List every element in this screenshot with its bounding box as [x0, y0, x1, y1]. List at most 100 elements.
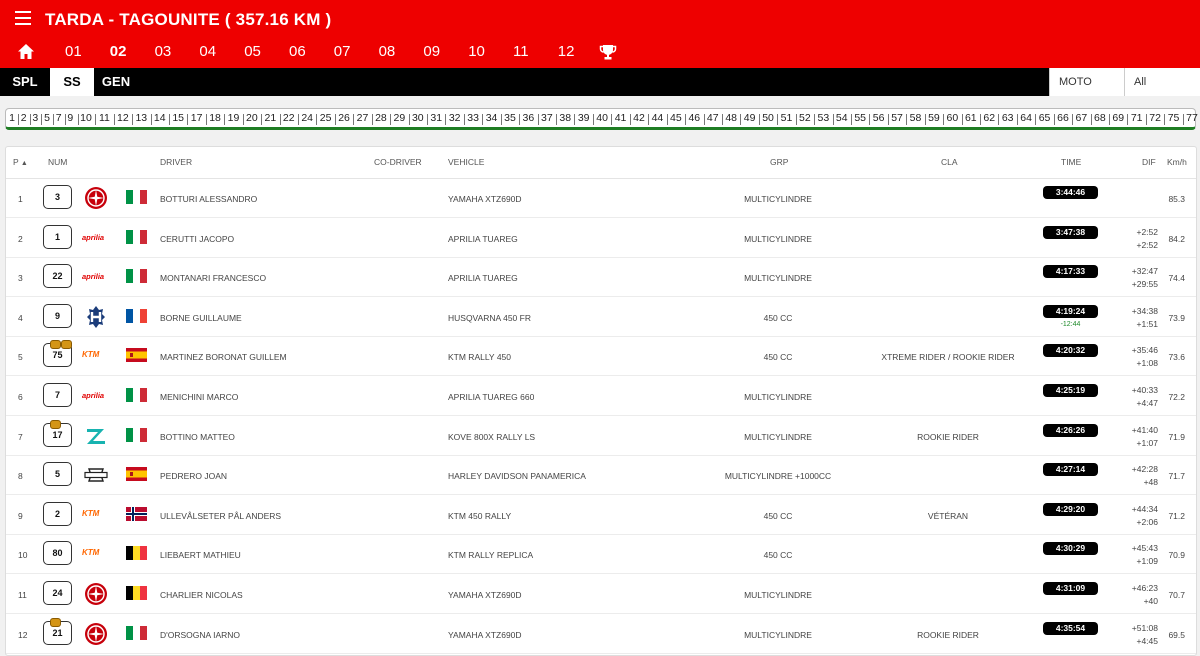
km-marker-50[interactable]: 50 [762, 112, 774, 124]
table-row[interactable]: 8 5 PEDRERO JOAN HARLEY DAVIDSON PANAMERICA… [6, 455, 1196, 496]
km-marker-24[interactable]: 24 [301, 112, 313, 124]
bib-number[interactable]: 24 [43, 581, 72, 605]
table-row[interactable]: 12 21 D'ORSOGNA IARNO YAMAHA XTZ690D MULTICY… [6, 614, 1196, 654]
menu-icon[interactable] [15, 11, 31, 25]
col-kmh[interactable]: Km/h [1167, 157, 1187, 167]
stage-tab-02[interactable]: 02 [110, 43, 127, 60]
class-select[interactable]: All [1124, 68, 1200, 96]
km-marker-58[interactable]: 58 [910, 112, 922, 124]
km-marker-69[interactable]: 69 [1112, 112, 1124, 124]
bib-number[interactable]: 80 [43, 541, 72, 566]
bib-number[interactable]: 1 [43, 224, 72, 249]
km-marker-33[interactable]: 33 [467, 112, 479, 124]
km-marker-15[interactable]: 15 [172, 112, 184, 124]
km-marker-35[interactable]: 35 [504, 112, 516, 124]
km-marker-1[interactable]: 1 [9, 112, 15, 124]
driver-name[interactable]: MENICHINI MARCO [160, 392, 238, 402]
km-marker-71[interactable]: 71 [1131, 112, 1143, 124]
bib-number[interactable]: 22 [43, 264, 72, 289]
col-dif[interactable]: DIF [1142, 157, 1156, 167]
km-marker-61[interactable]: 61 [965, 112, 977, 124]
km-marker-32[interactable]: 32 [449, 112, 461, 124]
table-row[interactable]: 6 7 aprilia MENICHINI MARCO APRILIA TUAREG 6… [6, 376, 1196, 416]
bib-number[interactable]: 9 [43, 303, 72, 328]
table-row[interactable]: 5 75 KTM MARTINEZ BORONAT GUILLEM KTM RALLY … [6, 336, 1196, 377]
km-marker-40[interactable]: 40 [596, 112, 608, 124]
col-codriver[interactable]: CO-DRIVER [374, 157, 422, 167]
km-marker-12[interactable]: 12 [117, 112, 129, 124]
km-marker-57[interactable]: 57 [891, 112, 903, 124]
km-marker-27[interactable]: 27 [357, 112, 369, 124]
km-marker-66[interactable]: 66 [1057, 112, 1069, 124]
km-marker-45[interactable]: 45 [670, 112, 682, 124]
tab-gen[interactable]: GEN [98, 68, 134, 96]
trophy-icon[interactable] [599, 43, 617, 61]
km-marker-26[interactable]: 26 [338, 112, 350, 124]
tab-ss[interactable]: SS [50, 68, 94, 96]
km-marker-30[interactable]: 30 [412, 112, 424, 124]
table-row[interactable]: 4 9 BORNE GUILLAUME HUSQVARNA 450 FR 450 CC 4… [6, 297, 1196, 337]
driver-name[interactable]: MONTANARI FRANCESCO [160, 273, 266, 283]
table-row[interactable]: 2 1 aprilia CERUTTI JACOPO APRILIA TUAREG MUL… [6, 218, 1196, 258]
col-grp[interactable]: GRP [770, 157, 788, 167]
km-marker-34[interactable]: 34 [486, 112, 498, 124]
stage-tab-12[interactable]: 12 [558, 43, 575, 60]
km-marker-20[interactable]: 20 [246, 112, 258, 124]
km-marker-14[interactable]: 14 [154, 112, 166, 124]
km-marker-63[interactable]: 63 [1002, 112, 1014, 124]
km-marker-28[interactable]: 28 [375, 112, 387, 124]
stage-tab-11[interactable]: 11 [513, 43, 529, 60]
km-marker-7[interactable]: 7 [56, 112, 62, 124]
km-marker-47[interactable]: 47 [707, 112, 719, 124]
table-row[interactable]: 7 17 BOTTINO MATTEO KOVE 800X RALLY LS MULTI… [6, 416, 1196, 456]
km-marker-31[interactable]: 31 [430, 112, 442, 124]
stage-tab-04[interactable]: 04 [199, 43, 216, 60]
table-row[interactable]: 1 3 BOTTURI ALESSANDRO YAMAHA XTZ690D MULTIC… [6, 178, 1196, 218]
km-marker-2[interactable]: 2 [21, 112, 27, 124]
driver-name[interactable]: PEDRERO JOAN [160, 471, 227, 481]
km-marker-39[interactable]: 39 [578, 112, 590, 124]
stage-tab-03[interactable]: 03 [155, 43, 172, 60]
km-marker-18[interactable]: 18 [209, 112, 221, 124]
km-marker-52[interactable]: 52 [799, 112, 811, 124]
stage-tab-08[interactable]: 08 [379, 43, 396, 60]
table-row[interactable]: 9 2 KTM ULLEVÅLSETER PÅL ANDERS KTM 450 RALL… [6, 495, 1196, 535]
driver-name[interactable]: D'ORSOGNA IARNO [160, 630, 240, 640]
stage-tab-01[interactable]: 01 [65, 43, 82, 60]
km-marker-59[interactable]: 59 [928, 112, 940, 124]
km-marker-41[interactable]: 41 [615, 112, 627, 124]
home-icon[interactable] [17, 43, 35, 61]
stage-tab-10[interactable]: 10 [468, 43, 485, 60]
km-marker-48[interactable]: 48 [725, 112, 737, 124]
stage-tab-06[interactable]: 06 [289, 43, 306, 60]
driver-name[interactable]: BOTTURI ALESSANDRO [160, 194, 257, 204]
km-marker-72[interactable]: 72 [1149, 112, 1161, 124]
km-marker-42[interactable]: 42 [633, 112, 645, 124]
col-num[interactable]: NUM [48, 157, 67, 167]
bib-number[interactable]: 5 [43, 462, 72, 487]
stage-tab-05[interactable]: 05 [244, 43, 261, 60]
km-marker-37[interactable]: 37 [541, 112, 553, 124]
km-marker-68[interactable]: 68 [1094, 112, 1106, 124]
km-marker-19[interactable]: 19 [228, 112, 240, 124]
km-marker-11[interactable]: 11 [99, 112, 110, 124]
km-marker-17[interactable]: 17 [191, 112, 203, 124]
km-marker-62[interactable]: 62 [983, 112, 995, 124]
km-marker-38[interactable]: 38 [559, 112, 571, 124]
km-marker-10[interactable]: 10 [80, 112, 92, 124]
bib-number[interactable]: 7 [43, 383, 72, 407]
km-marker-25[interactable]: 25 [320, 112, 332, 124]
km-marker-44[interactable]: 44 [652, 112, 664, 124]
km-marker-67[interactable]: 67 [1076, 112, 1088, 124]
col-driver[interactable]: DRIVER [160, 157, 192, 167]
km-marker-60[interactable]: 60 [947, 112, 959, 124]
driver-name[interactable]: BOTTINO MATTEO [160, 432, 235, 442]
driver-name[interactable]: CERUTTI JACOPO [160, 234, 234, 244]
km-marker-13[interactable]: 13 [135, 112, 147, 124]
km-marker-5[interactable]: 5 [44, 112, 50, 124]
driver-name[interactable]: BORNE GUILLAUME [160, 313, 242, 323]
km-marker-77[interactable]: 77 [1186, 112, 1198, 124]
km-marker-65[interactable]: 65 [1039, 112, 1051, 124]
km-marker-21[interactable]: 21 [264, 112, 276, 124]
km-marker-75[interactable]: 75 [1168, 112, 1180, 124]
